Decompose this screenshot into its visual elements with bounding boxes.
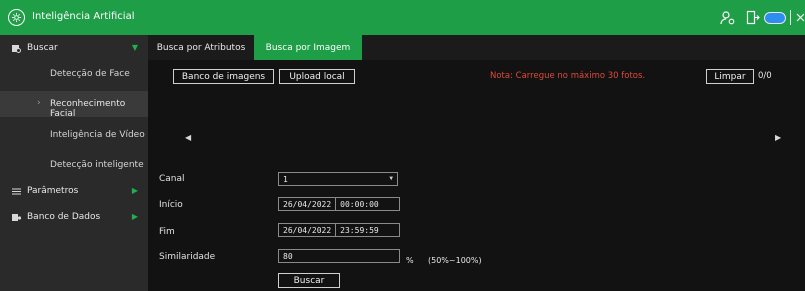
title-separator [790,10,791,25]
field-divider [335,198,337,210]
percent-sign: % [406,256,414,265]
channel-select[interactable]: 1 ▼ [278,172,398,186]
sidebar-item-inteligencia-de-video[interactable]: Inteligência de Vídeo [0,122,148,148]
channel-label: Canal [159,174,185,184]
similarity-range: (50%~100%) [428,256,482,265]
image-bank-button[interactable]: Banco de imagens [173,69,274,84]
list-icon [11,186,22,197]
sidebar-item-label: Detecção de Face [50,69,130,79]
sidebar-item-deteccao-de-face[interactable]: Detecção de Face [0,61,148,87]
end-label: Fim [159,227,175,237]
next-arrow-icon[interactable]: ▶ [775,133,781,142]
dropdown-arrow-icon: ▼ [389,175,393,182]
start-time: 00:00:00 [340,199,379,209]
tab-busca-por-atributos[interactable]: Busca por Atributos [148,35,254,60]
sidebar-item-banco-de-dados[interactable]: Banco de Dados ▶ [0,204,148,230]
tab-bar: Busca por Atributos Busca por Imagem [148,35,805,60]
search-button[interactable]: Buscar [278,273,340,288]
similarity-input[interactable]: 80 [278,249,400,263]
end-date: 26/04/2022 [283,225,332,235]
sidebar-item-reconhecimento-facial[interactable]: › Reconhecimento Facial [0,91,148,119]
chevron-right-icon: › [37,98,41,108]
title-bar: Inteligência Artificial [0,0,805,35]
chevron-down-icon: ▼ [131,43,138,52]
sidebar-item-label: Inteligência de Vídeo [50,130,145,140]
sidebar-item-label: Buscar [27,43,58,53]
window-title: Inteligência Artificial [32,11,135,22]
ai-brain-icon [8,9,25,26]
sidebar-item-label: Reconhecimento Facial [50,99,126,119]
previous-arrow-icon[interactable]: ◀ [185,133,191,142]
user-settings-icon[interactable] [719,9,737,26]
upload-local-button[interactable]: Upload local [279,69,355,84]
start-label: Início [159,200,183,210]
end-time: 23:59:59 [340,225,379,235]
sidebar-item-parametros[interactable]: Parâmetros ▶ [0,178,148,204]
exit-icon[interactable] [745,9,761,26]
similarity-value: 80 [283,251,293,261]
channel-value: 1 [283,174,288,184]
start-date: 26/04/2022 [283,199,332,209]
chevron-right-icon: ▶ [131,212,138,221]
photo-count: 0/0 [758,71,772,81]
end-datetime-field[interactable]: 26/04/2022 23:59:59 [278,223,400,237]
upload-note: Nota: Carregue no máximo 30 fotos. [490,71,646,81]
similarity-label: Similaridade [159,252,216,262]
sidebar-item-label: Parâmetros [27,186,79,196]
sidebar-item-label: Banco de Dados [27,212,101,222]
cloud-icon[interactable] [764,12,786,24]
sidebar-item-label: Detecção inteligente [50,160,144,170]
search-folder-icon [11,43,22,54]
close-icon[interactable] [795,9,805,26]
sidebar: Buscar ▼ Detecção de Face › Reconhecimen… [0,35,148,291]
start-datetime-field[interactable]: 26/04/2022 00:00:00 [278,197,400,211]
sidebar-item-buscar[interactable]: Buscar ▼ [0,35,148,61]
chevron-right-icon: ▶ [131,186,138,195]
tab-busca-por-imagem[interactable]: Busca por Imagem [254,35,362,60]
field-divider [335,224,337,236]
sidebar-item-deteccao-inteligente[interactable]: Detecção inteligente [0,152,148,178]
main-content: Busca por Atributos Busca por Imagem Ban… [148,35,805,291]
clear-button[interactable]: Limpar [706,69,754,84]
database-user-icon [11,212,22,223]
